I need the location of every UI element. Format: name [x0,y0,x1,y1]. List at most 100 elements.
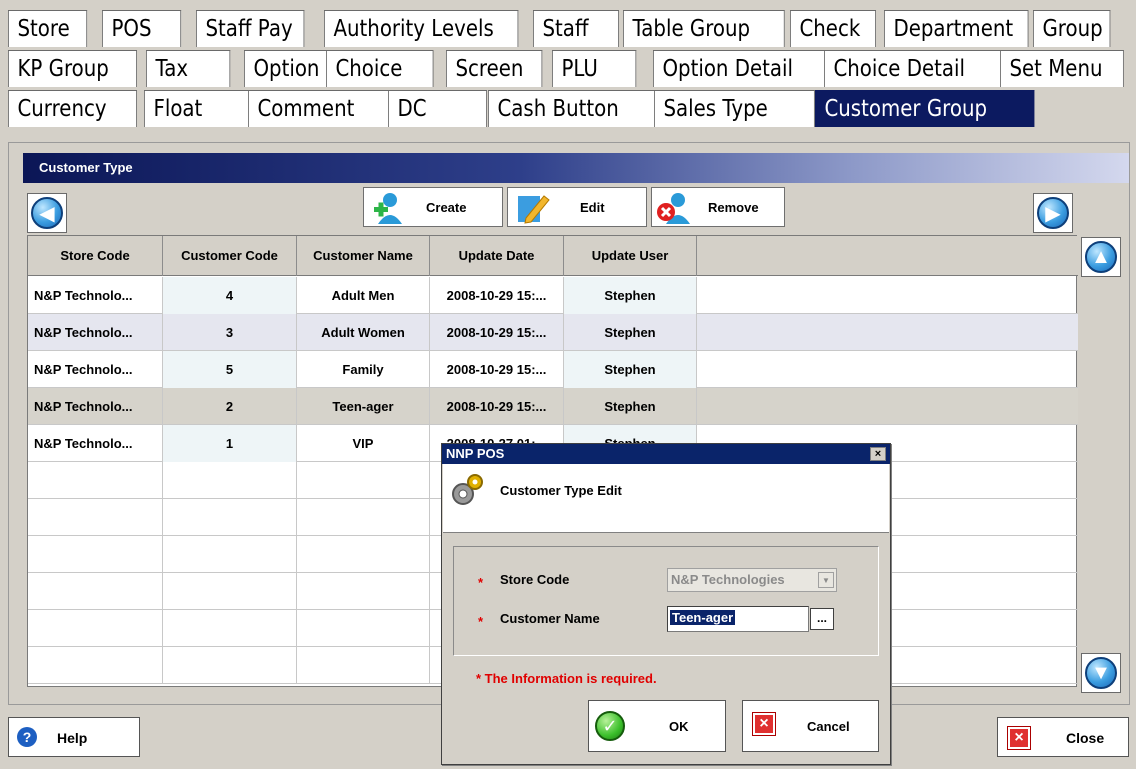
col-update-user[interactable]: Update User [564,236,697,276]
edit-button-label: Edit [580,200,605,215]
remove-button[interactable]: Remove [651,187,785,227]
tab-plu[interactable]: PLU [552,50,637,87]
tab-strip: Store POS Staff Pay Authority Levels Sta… [8,10,1124,130]
cell-customer-code: 5 [163,351,297,388]
cancel-button[interactable]: × Cancel [742,700,879,752]
cell-customer-code: 3 [163,314,297,351]
tab-option-detail[interactable]: Option Detail [653,50,825,87]
cell-customer-name: VIP [297,425,430,462]
remove-button-label: Remove [708,200,759,215]
grid-header: Store Code Customer Code Customer Name U… [28,236,1078,276]
cell-store-code: N&P Technolo... [28,351,163,388]
ok-button-label: OK [669,719,689,734]
cell-store-code: N&P Technolo... [28,314,163,351]
tab-set-menu[interactable]: Set Menu [1000,50,1124,87]
chevron-down-icon[interactable]: ▼ [818,572,834,588]
tab-float[interactable]: Float [144,90,249,127]
cell-update-date: 2008-10-29 15:... [430,351,564,388]
tab-department[interactable]: Department [884,10,1029,47]
col-store-code[interactable]: Store Code [28,236,163,276]
cell-update-date: 2008-10-29 15:... [430,388,564,425]
arrow-up-icon: ▲ [1085,241,1117,273]
tab-check[interactable]: Check [790,10,876,47]
ok-button[interactable]: ✓ OK [588,700,726,752]
cell-customer-name: Adult Men [297,277,430,314]
scroll-down-button[interactable]: ▼ [1081,653,1121,693]
cell-store-code: N&P Technolo... [28,425,163,462]
arrow-down-icon: ▼ [1085,657,1117,689]
tab-dc[interactable]: DC [388,90,487,127]
cell-customer-name: Teen-ager [297,388,430,425]
cell-update-user: Stephen [564,351,697,388]
remove-user-icon [657,193,690,224]
browse-button[interactable]: ... [810,608,834,630]
create-user-icon [374,193,402,224]
close-button[interactable]: × Close [997,717,1129,757]
tab-row-3: Currency Float Comment DC Cash Button Sa… [8,90,1120,127]
arrow-right-icon: ▶ [1037,197,1069,229]
tab-staff[interactable]: Staff [533,10,619,47]
cell-update-user: Stephen [564,314,697,351]
cell-store-code: N&P Technolo... [28,277,163,314]
tab-pos[interactable]: POS [102,10,182,47]
tab-customer-group[interactable]: Customer Group [815,90,1035,127]
tab-comment[interactable]: Comment [248,90,395,127]
tab-choice[interactable]: Choice [326,50,434,87]
table-row[interactable]: N&P Technolo... 3 Adult Women 2008-10-29… [28,314,1078,351]
cell-update-user: Stephen [564,277,697,314]
col-customer-name[interactable]: Customer Name [297,236,430,276]
dialog-heading: Customer Type Edit [500,483,622,498]
prev-page-button[interactable]: ◀ [27,193,67,233]
ok-check-icon: ✓ [595,711,625,741]
tab-store[interactable]: Store [8,10,88,47]
next-page-button[interactable]: ▶ [1033,193,1073,233]
tab-sales-type[interactable]: Sales Type [654,90,815,127]
tab-tax[interactable]: Tax [146,50,231,87]
customer-name-label: Customer Name [500,611,600,626]
dialog-close-button[interactable]: × [870,447,886,461]
required-marker: * [478,575,484,590]
tab-staff-pay[interactable]: Staff Pay [196,10,305,47]
gear-icon [452,474,483,505]
scroll-up-button[interactable]: ▲ [1081,237,1121,277]
help-button-label: Help [57,730,88,746]
tab-row-2: KP Group Tax Option Choice Screen PLU Op… [8,50,1124,87]
table-row[interactable]: N&P Technolo... 5 Family 2008-10-29 15:.… [28,351,1078,388]
dialog-fields-group: * Store Code N&P Technologies ▼ * Custom… [453,546,879,656]
tab-group[interactable]: Group [1033,10,1111,47]
create-button[interactable]: Create [363,187,503,227]
customer-name-value: Teen-ager [670,610,736,625]
cell-update-user: Stephen [564,388,697,425]
store-code-select[interactable]: N&P Technologies ▼ [667,568,837,592]
cell-update-date: 2008-10-29 15:... [430,277,564,314]
table-row-selected[interactable]: N&P Technolo... 2 Teen-ager 2008-10-29 1… [28,388,1078,425]
col-update-date[interactable]: Update Date [430,236,564,276]
required-marker: * [478,614,484,629]
tab-choice-detail[interactable]: Choice Detail [824,50,1003,87]
tab-cash-button[interactable]: Cash Button [488,90,656,127]
dialog-title: NNP POS [446,446,505,461]
close-x-icon: × [1007,726,1031,750]
tab-authority-levels[interactable]: Authority Levels [324,10,519,47]
close-button-label: Close [1066,730,1105,746]
create-button-label: Create [426,200,467,215]
cell-customer-name: Family [297,351,430,388]
cancel-button-label: Cancel [807,719,850,734]
tab-screen[interactable]: Screen [446,50,543,87]
tab-row-1: Store POS Staff Pay Authority Levels Sta… [8,10,1120,47]
arrow-left-icon: ◀ [31,197,63,229]
tab-option[interactable]: Option [244,50,330,87]
customer-name-input[interactable]: Teen-ager [667,606,809,632]
col-customer-code[interactable]: Customer Code [163,236,297,276]
cell-customer-code: 4 [163,277,297,314]
tab-currency[interactable]: Currency [8,90,137,127]
tab-kp-group[interactable]: KP Group [8,50,137,87]
dialog-header: Customer Type Edit [443,464,889,533]
tab-table-group[interactable]: Table Group [623,10,785,47]
table-row[interactable]: N&P Technolo... 4 Adult Men 2008-10-29 1… [28,277,1078,314]
panel-title: Customer Type [23,153,1129,183]
cancel-x-icon: × [752,712,776,736]
help-icon: ? [17,727,37,747]
help-button[interactable]: ? Help [8,717,140,757]
edit-button[interactable]: Edit [507,187,647,227]
